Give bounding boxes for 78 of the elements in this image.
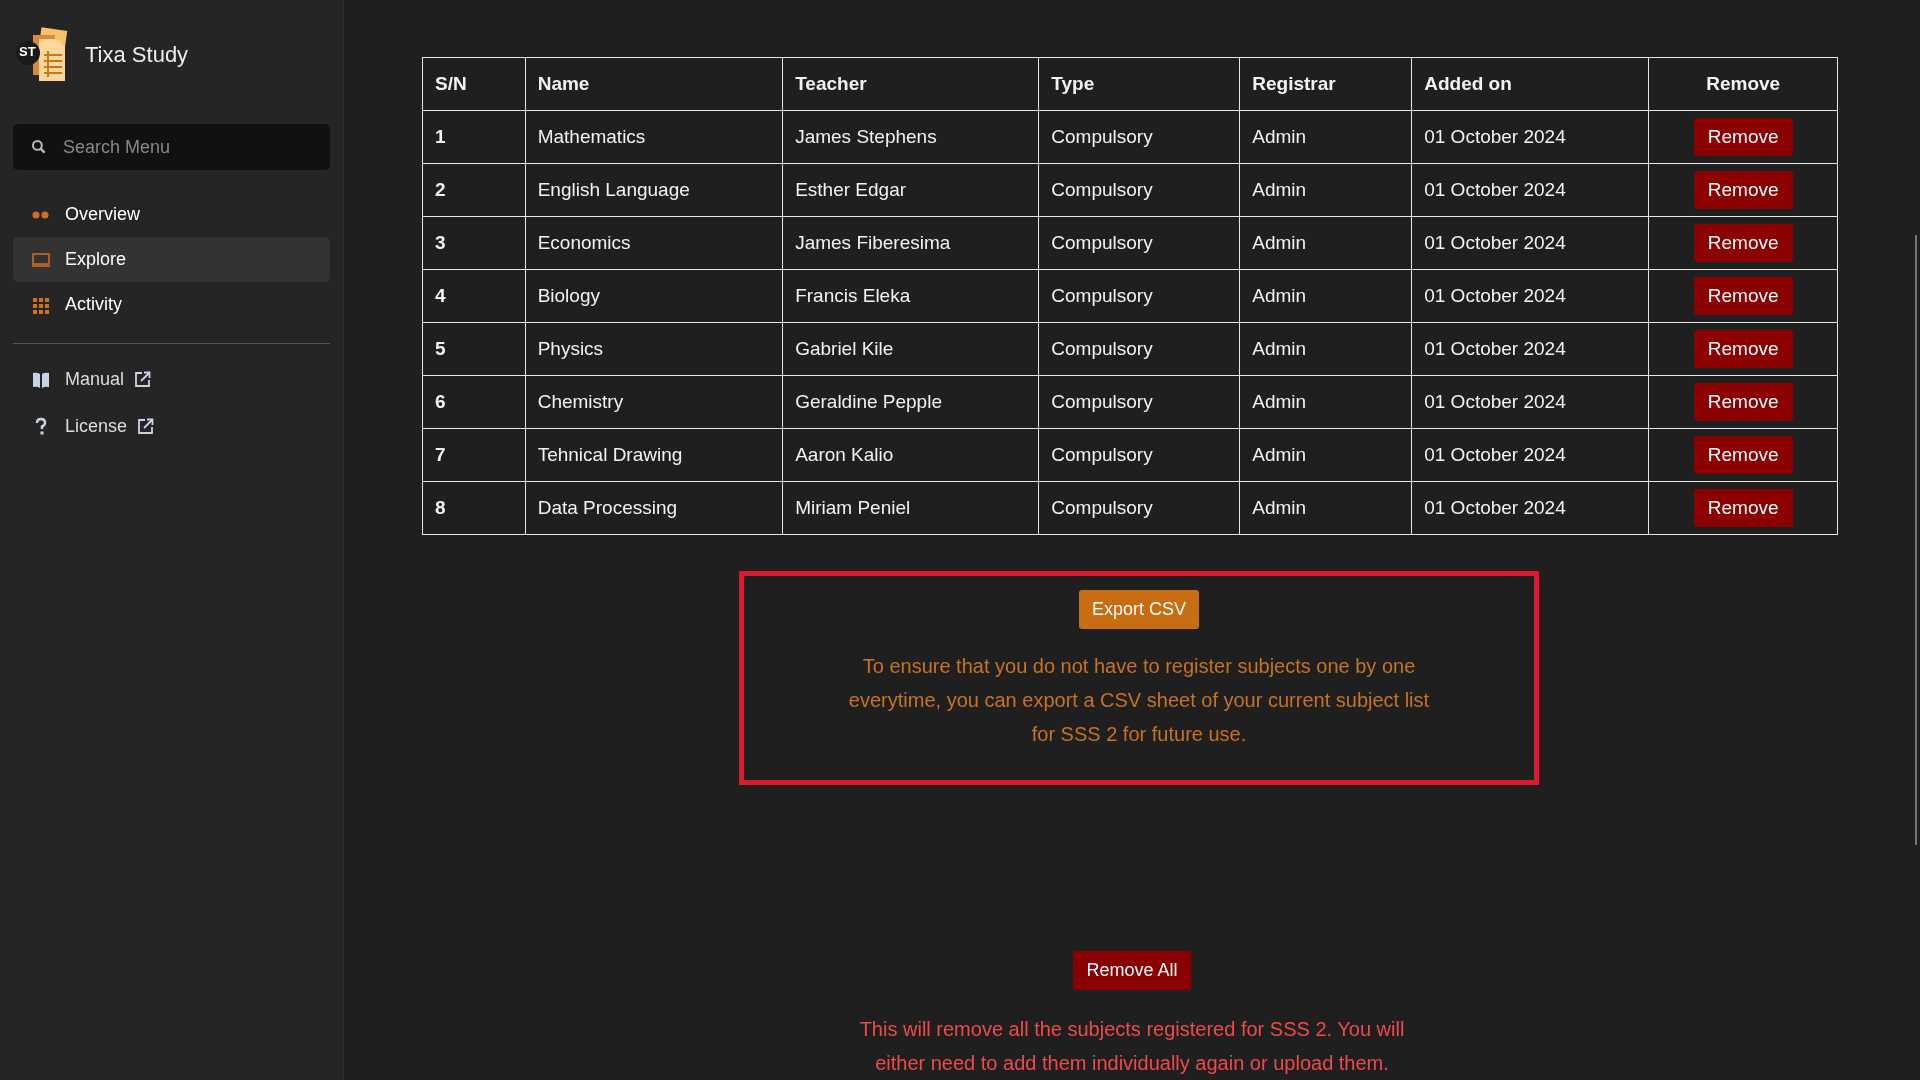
table-cell: 01 October 2024	[1411, 375, 1649, 429]
table-cell: English Language	[525, 163, 783, 217]
table-cell: 3	[422, 216, 526, 270]
table-cell: 8	[422, 481, 526, 535]
table-cell: James Fiberesima	[782, 216, 1039, 270]
column-header: Remove	[1648, 57, 1838, 111]
table-cell: Geraldine Pepple	[782, 375, 1039, 429]
remove-all-button[interactable]: Remove All	[1073, 951, 1191, 990]
nav-item[interactable]: Activity	[13, 282, 330, 327]
table-cell: 2	[422, 163, 526, 217]
nav-item[interactable]: Overview	[13, 192, 330, 237]
remove-button[interactable]: Remove	[1693, 489, 1793, 527]
external-link-icon	[137, 418, 155, 435]
table-cell: 01 October 2024	[1411, 216, 1649, 270]
table-cell: Admin	[1239, 481, 1412, 535]
table-cell: 7	[422, 428, 526, 482]
table-cell: Economics	[525, 216, 783, 270]
table-cell: Data Processing	[525, 481, 783, 535]
table-cell: Biology	[525, 269, 783, 323]
table-cell: Compulsory	[1038, 375, 1240, 429]
column-header: Name	[525, 57, 783, 111]
table-cell: Physics	[525, 322, 783, 376]
table-cell: Miriam Peniel	[782, 481, 1039, 535]
table-cell: Chemistry	[525, 375, 783, 429]
table-cell: Admin	[1239, 216, 1412, 270]
table-cell: James Stephens	[782, 110, 1039, 164]
search-field[interactable]: Search Menu	[13, 124, 330, 170]
table-cell: Compulsory	[1038, 481, 1240, 535]
table-cell: 01 October 2024	[1411, 110, 1649, 164]
column-header: Registrar	[1239, 57, 1412, 111]
column-header: S/N	[422, 57, 526, 111]
table-cell: Admin	[1239, 163, 1412, 217]
column-header: Type	[1038, 57, 1240, 111]
export-button[interactable]: Export CSV	[1078, 590, 1199, 629]
table-cell: Compulsory	[1038, 428, 1240, 482]
table-cell: Compulsory	[1038, 269, 1240, 323]
table-cell: Tehnical Drawing	[525, 428, 783, 482]
table-cell: Compulsory	[1038, 322, 1240, 376]
export-note: To ensure that you do not have to register subjects one by one everytime, you can export a CSV sheet of your current subject list for SSS 2 for future use.	[847, 654, 1431, 747]
logo-text: ST	[19, 44, 36, 59]
sidebar-link[interactable]: Manual	[65, 369, 152, 390]
table-cell: 1	[422, 110, 526, 164]
table-cell: Admin	[1239, 428, 1412, 482]
table-cell: Esther Edgar	[782, 163, 1039, 217]
remove-button[interactable]: Remove	[1693, 118, 1793, 156]
table-cell: Mathematics	[525, 110, 783, 164]
table-cell: Compulsory	[1038, 216, 1240, 270]
table-cell: Admin	[1239, 269, 1412, 323]
remove-button[interactable]: Remove	[1693, 224, 1793, 262]
column-header: Teacher	[782, 57, 1039, 111]
table-cell: Gabriel Kile	[782, 322, 1039, 376]
remove-button[interactable]: Remove	[1693, 171, 1793, 209]
table-cell: Compulsory	[1038, 163, 1240, 217]
table-cell: Admin	[1239, 375, 1412, 429]
table-cell: 01 October 2024	[1411, 269, 1649, 323]
table-cell: 5	[422, 322, 526, 376]
remove-button[interactable]: Remove	[1693, 277, 1793, 315]
warning-note: This will remove all the subjects registered for SSS 2. You will either need to add them individually again or upload them.	[858, 1017, 1406, 1076]
remove-button[interactable]: Remove	[1693, 330, 1793, 368]
sidebar-link[interactable]: License	[65, 416, 155, 437]
app-title: Tixa Study	[85, 42, 189, 68]
scrollbar[interactable]	[1915, 235, 1917, 845]
table-cell: Admin	[1239, 322, 1412, 376]
table-cell: 01 October 2024	[1411, 481, 1649, 535]
table-cell: Aaron Kalio	[782, 428, 1039, 482]
table-cell: Admin	[1239, 110, 1412, 164]
table-cell: 6	[422, 375, 526, 429]
external-link-icon	[134, 371, 152, 388]
table-cell: 01 October 2024	[1411, 163, 1649, 217]
table-cell: Francis Eleka	[782, 269, 1039, 323]
remove-button[interactable]: Remove	[1693, 436, 1793, 474]
table-cell: 01 October 2024	[1411, 322, 1649, 376]
table-cell: 4	[422, 269, 526, 323]
remove-button[interactable]: Remove	[1693, 383, 1793, 421]
nav-item[interactable]: Explore	[13, 237, 330, 282]
table-cell: Compulsory	[1038, 110, 1240, 164]
table-cell: 01 October 2024	[1411, 428, 1649, 482]
column-header: Added on	[1411, 57, 1649, 111]
